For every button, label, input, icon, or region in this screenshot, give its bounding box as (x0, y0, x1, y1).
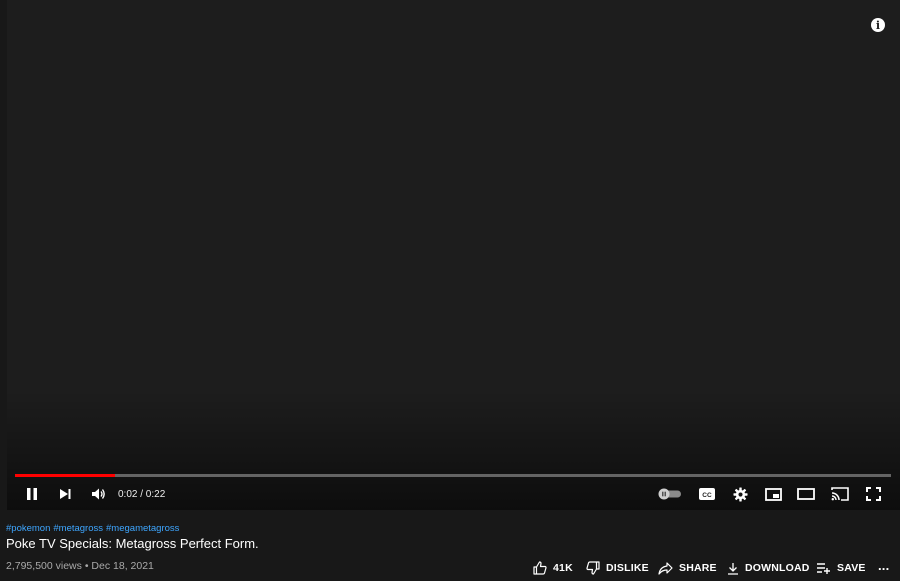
share-label: SHARE (679, 562, 717, 574)
upload-date: Dec 18, 2021 (91, 560, 154, 572)
player-controls: 0:02 / 0:22 CC (7, 480, 900, 508)
view-count: 2,795,500 views (6, 560, 82, 572)
autoplay-toggle[interactable] (658, 480, 682, 508)
fullscreen-button[interactable] (863, 480, 883, 508)
captions-icon: CC (699, 488, 715, 500)
thumbs-up-icon (533, 561, 547, 575)
time-display: 0:02 / 0:22 (118, 488, 166, 500)
pause-icon (27, 488, 37, 500)
meta-separator: • (84, 560, 89, 572)
hashtag-link[interactable]: #megametagross (106, 523, 179, 534)
video-info: #pokemon #metagross #megametagross Poke TV… (0, 510, 900, 581)
download-label: DOWNLOAD (745, 562, 810, 574)
share-button[interactable]: SHARE (658, 560, 717, 576)
progress-played (15, 474, 115, 477)
cast-button[interactable] (830, 480, 850, 508)
settings-icon (732, 486, 748, 502)
cast-icon (831, 487, 849, 501)
dislike-button[interactable]: DISLIKE (586, 560, 649, 576)
video-title: Poke TV Specials: Metagross Perfect Form… (6, 536, 259, 551)
volume-button[interactable] (88, 480, 108, 508)
pause-button[interactable] (22, 480, 42, 508)
hashtag-link[interactable]: #metagross (53, 523, 103, 534)
fullscreen-icon (865, 487, 881, 501)
more-icon: ... (878, 557, 890, 573)
svg-text:CC: CC (702, 492, 712, 499)
playlist-add-icon (817, 563, 830, 574)
share-icon (658, 561, 673, 575)
theater-mode-icon (797, 488, 815, 500)
video-meta: 2,795,500 views • Dec 18, 2021 (6, 560, 154, 572)
autoplay-toggle-icon (658, 488, 681, 500)
miniplayer-icon (764, 487, 782, 501)
hashtag-link[interactable]: #pokemon (6, 523, 50, 534)
settings-button[interactable] (730, 480, 750, 508)
video-player[interactable]: i 0:02 / 0:22 CC (7, 0, 900, 510)
save-label: SAVE (837, 562, 866, 574)
volume-icon (91, 488, 105, 500)
progress-bar[interactable] (15, 474, 891, 477)
captions-button[interactable]: CC (697, 480, 717, 508)
next-button[interactable] (55, 480, 75, 508)
thumbs-down-icon (586, 561, 600, 575)
miniplayer-button[interactable] (763, 480, 783, 508)
download-button[interactable]: DOWNLOAD (727, 560, 810, 576)
save-button[interactable]: SAVE (816, 560, 866, 576)
download-icon (728, 562, 738, 575)
hashtags: #pokemon #metagross #megametagross (6, 523, 182, 534)
next-icon (60, 489, 71, 499)
theater-mode-button[interactable] (796, 480, 816, 508)
info-icon[interactable]: i (871, 18, 885, 32)
like-button[interactable]: 41K (533, 560, 573, 576)
more-actions-button[interactable]: ... (878, 557, 889, 573)
like-count: 41K (553, 562, 573, 574)
dislike-label: DISLIKE (606, 562, 649, 574)
